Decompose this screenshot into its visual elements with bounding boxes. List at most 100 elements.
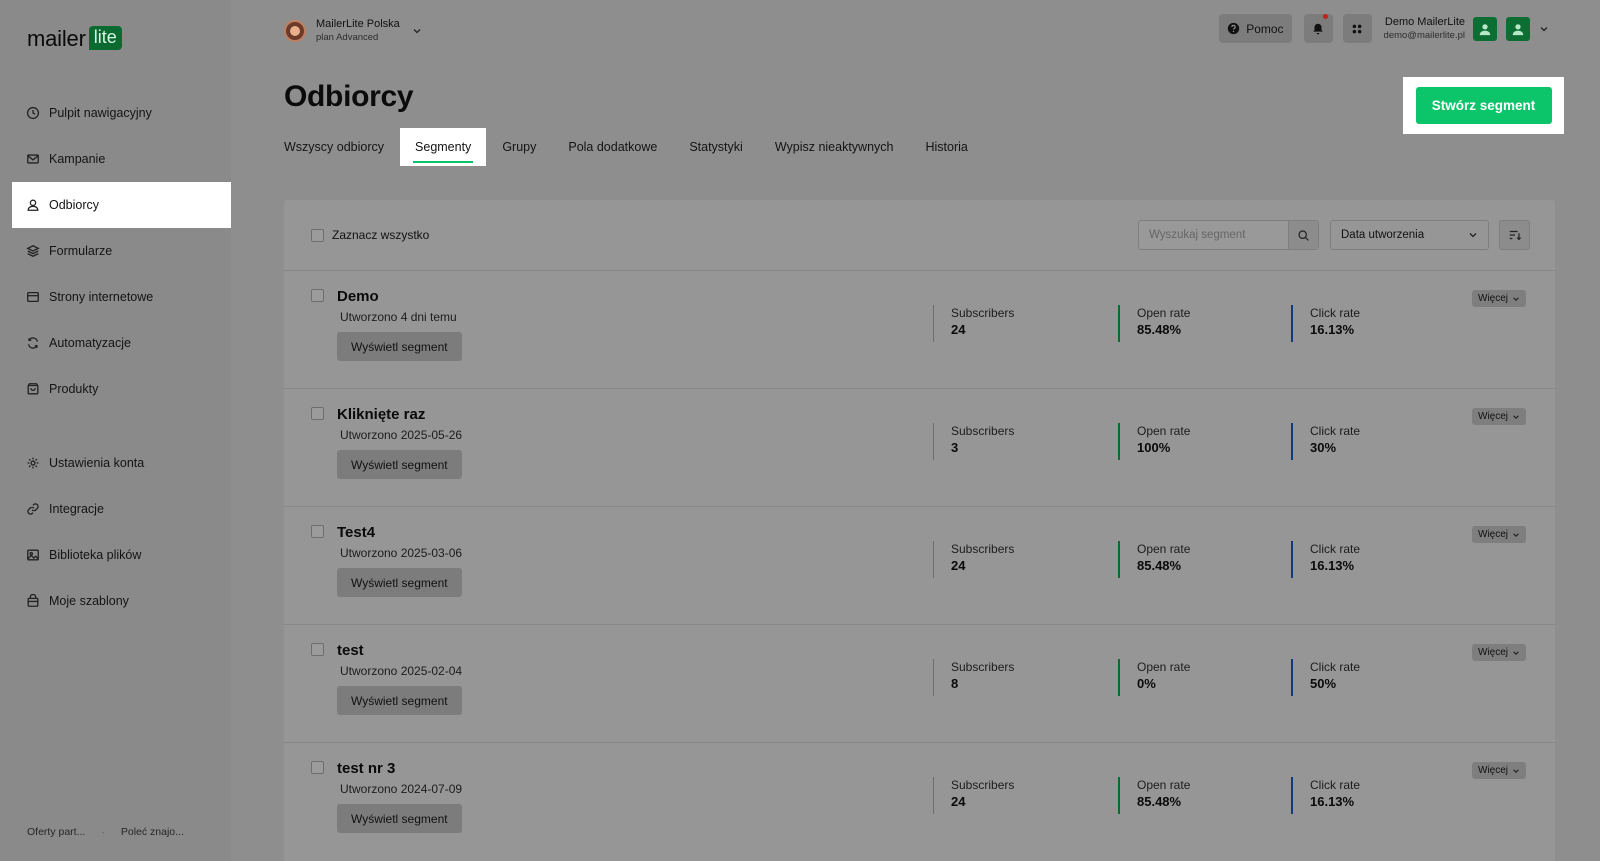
stat-value: 30% [1310,440,1337,455]
segment-name[interactable]: Demo [337,288,379,305]
segment-name[interactable]: test [337,642,364,659]
sidebar-nav: Pulpit nawigacyjny Kampanie Odbiorcy For… [12,90,231,624]
gear-icon [27,457,39,469]
mail-icon [27,154,39,164]
stat-value: 24 [951,558,966,573]
stat-label: Open rate [1137,424,1191,438]
chevron-down-icon [413,28,421,33]
apps-grid-icon [1352,24,1362,33]
sidebar-item-account-settings[interactable]: Ustawienia konta [12,440,231,486]
browser-icon [27,291,39,303]
segment-name[interactable]: test nr 3 [337,760,395,777]
tab-segments[interactable]: Segmenty [400,128,487,166]
sidebar-item-integrations[interactable]: Integracje [12,486,231,532]
sidebar-item-automations[interactable]: Automatyzacje [12,320,231,366]
select-all-checkbox[interactable] [311,228,324,242]
chevron-down-icon[interactable] [1539,24,1549,34]
stat-label: Open rate [1137,778,1191,792]
open-rate-stat: Open rate 85.48% [1118,777,1190,814]
subscribers-stat: Subscribers 3 [933,423,1014,460]
sidebar-item-products[interactable]: Produkty [12,366,231,412]
tab-history[interactable]: Historia [910,128,984,166]
tab-custom-fields[interactable]: Pola dodatkowe [552,128,673,166]
logo-text: mailer [27,26,86,51]
segment-created: Utworzono 2024-07-09 [340,782,463,796]
view-segment-button[interactable]: Wyświetl segment [337,686,462,715]
sidebar-item-campaigns[interactable]: Kampanie [12,136,231,182]
segment-created: Utworzono 2025-03-06 [340,546,463,560]
avatar[interactable] [1506,16,1530,41]
sort-value: Data utworzenia [1341,229,1425,241]
segment-name[interactable]: Test4 [337,524,375,541]
tab-stats[interactable]: Statystyki [673,128,759,166]
sidebar-item-dashboard[interactable]: Pulpit nawigacyjny [12,90,231,136]
sidebar-item-my-templates[interactable]: Moje szablony [12,578,231,624]
mailerlite-logo[interactable]: mailer lite [27,26,122,52]
view-segment-button[interactable]: Wyświetl segment [337,332,462,361]
select-all-label: Zaznacz wszystko [332,228,430,242]
more-label: Więcej [1478,411,1509,422]
stat-label: Open rate [1137,542,1191,556]
row-checkbox[interactable] [311,407,324,420]
sidebar-item-websites[interactable]: Strony internetowe [12,274,231,320]
more-dropdown-button[interactable]: Więcej [1472,644,1527,661]
segment-name[interactable]: Kliknięte raz [337,406,425,423]
row-checkbox[interactable] [311,643,324,656]
refer-friend-link[interactable]: Poleć znajo... [121,826,184,838]
select-all[interactable]: Zaznacz wszystko [311,228,429,242]
open-rate-stat: Open rate 85.48% [1118,305,1190,342]
create-segment-button[interactable]: Stwórz segment [1415,87,1552,124]
more-label: Więcej [1478,647,1509,658]
tab-groups[interactable]: Grupy [486,128,552,166]
user-icon [27,199,39,211]
apps-button[interactable] [1342,14,1372,43]
view-segment-button[interactable]: Wyświetl segment [337,568,462,597]
subscribers-stat: Subscribers 8 [933,659,1014,696]
sidebar-item-label: Odbiorcy [49,198,100,212]
stat-label: Open rate [1137,660,1191,674]
row-checkbox[interactable] [311,289,324,302]
stat-label: Subscribers [951,778,1015,792]
chevron-down-icon [1469,233,1477,238]
avatar[interactable] [1473,16,1497,41]
account-switcher[interactable]: MailerLite Polska plan Advanced [284,17,422,44]
row-checkbox[interactable] [311,761,324,774]
click-rate-stat: Click rate 50% [1291,659,1360,696]
main-content: MailerLite Polska plan Advanced Pomoc De… [231,0,1600,861]
partner-offers-link[interactable]: Oferty part... [27,826,85,838]
stat-value: 50% [1310,676,1337,691]
sidebar-item-subscribers[interactable]: Odbiorcy [12,182,231,228]
table-row: Test4 Utworzono 2025-03-06 Wyświetl segm… [284,506,1555,624]
footer-separator: · [101,826,105,838]
stat-value: 100% [1137,440,1171,455]
search-button[interactable] [1288,221,1318,249]
table-row: Demo Utworzono 4 dni temu Wyświetl segme… [284,270,1555,388]
tab-all-subscribers[interactable]: Wszyscy odbiorcy [284,128,400,166]
refresh-icon [27,337,39,349]
notifications-button[interactable] [1303,14,1333,43]
more-dropdown-button[interactable]: Więcej [1472,290,1527,307]
more-dropdown-button[interactable]: Więcej [1472,408,1527,425]
sidebar-item-label: Produkty [49,382,99,396]
more-dropdown-button[interactable]: Więcej [1472,762,1527,779]
sidebar-item-label: Ustawienia konta [49,456,145,470]
more-dropdown-button[interactable]: Więcej [1472,526,1527,543]
view-segment-button[interactable]: Wyświetl segment [337,450,462,479]
row-checkbox[interactable] [311,525,324,538]
sidebar-item-label: Pulpit nawigacyjny [49,106,152,120]
account-avatar [284,19,306,42]
sidebar-item-forms[interactable]: Formularze [12,228,231,274]
user-info[interactable]: Demo MailerLite demo@mailerlite.pl [1384,15,1465,42]
help-button[interactable]: Pomoc [1219,14,1292,43]
sidebar-item-file-library[interactable]: Biblioteka plików [12,532,231,578]
search-icon [1298,229,1309,241]
chevron-down-icon [1513,532,1519,537]
tab-unsubscribe-inactive[interactable]: Wypisz nieaktywnych [759,128,910,166]
view-segment-button[interactable]: Wyświetl segment [337,804,462,833]
search-segment [1138,220,1319,250]
sort-select[interactable]: Data utworzenia [1330,220,1489,250]
sort-direction-button[interactable] [1499,220,1530,250]
click-rate-stat: Click rate 30% [1291,423,1360,460]
search-input[interactable] [1139,221,1288,249]
stat-value: 85.48% [1137,322,1182,337]
